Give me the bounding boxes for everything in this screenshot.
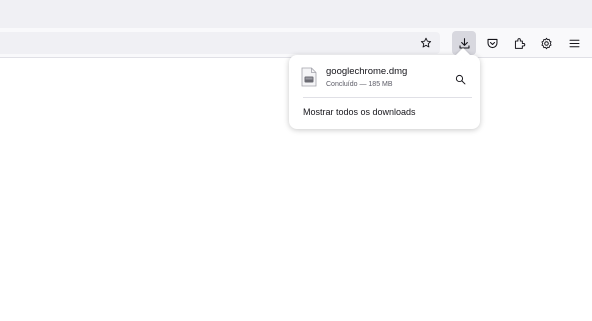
panel-separator	[303, 97, 472, 98]
navigation-toolbar	[0, 28, 592, 58]
download-status: Concluído — 185 MB	[326, 81, 393, 88]
download-filename: googlechrome.dmg	[326, 66, 408, 77]
settings-icon	[540, 37, 553, 50]
download-item[interactable]: googlechrome.dmg Concluído — 185 MB	[297, 61, 472, 95]
menu-button[interactable]	[562, 31, 586, 55]
pocket-icon	[486, 37, 499, 50]
tab-strip	[0, 0, 592, 28]
magnifier-icon	[455, 74, 465, 84]
downloads-icon	[458, 37, 471, 50]
bookmark-star-icon[interactable]	[417, 35, 435, 51]
extensions-button[interactable]	[507, 31, 531, 55]
extensions-icon	[513, 37, 526, 50]
dmg-file-icon	[301, 67, 317, 87]
show-all-downloads-link[interactable]: Mostrar todos os downloads	[303, 107, 416, 117]
downloads-panel: googlechrome.dmg Concluído — 185 MB Most…	[289, 47, 480, 129]
show-in-folder-button[interactable]	[452, 71, 468, 87]
settings-button[interactable]	[534, 31, 558, 55]
pocket-button[interactable]	[480, 31, 504, 55]
menu-icon	[568, 37, 581, 50]
url-bar[interactable]	[0, 32, 440, 54]
